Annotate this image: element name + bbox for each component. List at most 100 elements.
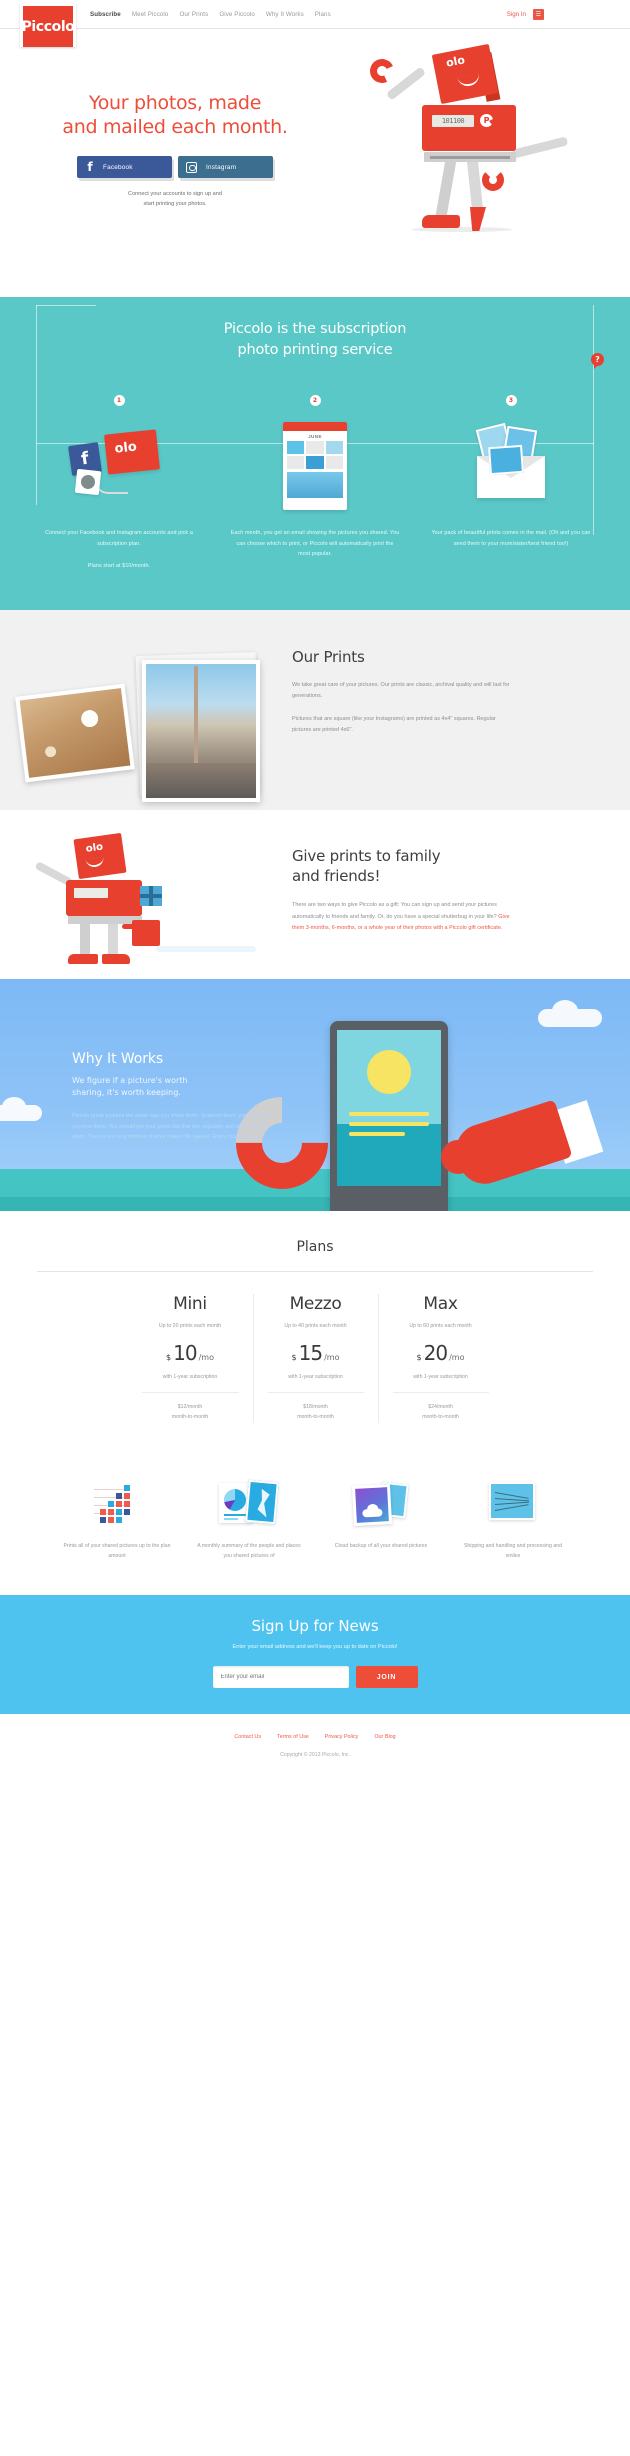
cloud-icon-left (0, 1096, 42, 1121)
nav-links: Subscribe Meet Piccolo Our Prints Give P… (90, 0, 331, 29)
instagram-signup-button[interactable]: Instagram (178, 156, 273, 179)
step-2: 2 JUNE Each month, you get an email show… (230, 395, 400, 572)
our-prints-copy: Our Prints We take great care of your pi… (292, 648, 512, 737)
footer-link-terms-of-use[interactable]: Terms of Use (277, 1734, 309, 1740)
sign-in-link[interactable]: Sign In (507, 11, 526, 18)
plans-title: Plans (296, 1238, 334, 1255)
step-3: 3 Your pack of beautiful prints comes in… (426, 395, 596, 572)
help-icon[interactable]: ? (591, 353, 604, 369)
plan-card-mezzo[interactable]: Mezzo Up to 40 prints each month $ 15 /m… (252, 1293, 378, 1423)
logo-text: Piccolo (21, 18, 75, 35)
hero-note-line2: start printing your photos. (143, 201, 207, 208)
join-button[interactable]: JOIN (355, 1666, 418, 1689)
feature-shipping: Shipping and handling and processing and… (447, 1479, 579, 1562)
subscription-title-line2: photo printing service (237, 342, 393, 359)
email-input[interactable] (212, 1666, 349, 1689)
why-it-works-section: Why It Works We figure if a picture's wo… (0, 978, 630, 1211)
cloud-photo-icon (325, 1479, 437, 1527)
plan-mezzo-amount: 15 (298, 1340, 323, 1365)
feature-prints: Prints all of your shared pictures up to… (51, 1479, 183, 1562)
give-prints-paragraph: There are two ways to give Piccolo as a … (292, 900, 522, 935)
newsletter-signup-section: Sign Up for News Enter your email addres… (0, 1595, 630, 1715)
step-1-subtext: Plans start at $10/month. (87, 563, 151, 570)
nav-item-subscribe[interactable]: Subscribe (90, 11, 121, 18)
social-signup-buttons: f Facebook Instagram (0, 156, 350, 179)
plan-mini-price: $ 10 /mo (136, 1341, 245, 1365)
features-row: Prints all of your shared pictures up to… (0, 1448, 630, 1596)
step-2-number: 2 (309, 395, 321, 407)
mail-envelope-icon (457, 1479, 569, 1527)
facebook-button-label: Facebook (103, 163, 133, 171)
nav-item-our-prints[interactable]: Our Prints (179, 11, 208, 18)
step-3-text-block: Your pack of beautiful prints comes in t… (426, 528, 596, 549)
step-1-text: Connect your Facebook and Instagram acco… (45, 530, 193, 547)
step-2-text-block: Each month, you get an email showing the… (230, 528, 400, 560)
plan-mini-currency: $ (166, 1352, 172, 1362)
landing-page: Piccolo Subscribe Meet Piccolo Our Print… (0, 0, 630, 1775)
plans-section: Plans Mini Up to 20 prints each month $ … (0, 1210, 630, 1449)
step-3-text: Your pack of beautiful prints comes in t… (431, 530, 591, 547)
plan-mezzo-alt: $18/month month-to-month (262, 1403, 370, 1423)
our-prints-section: Our Prints We take great care of your pi… (0, 609, 630, 810)
chart-map-icon (193, 1479, 305, 1527)
plan-mezzo-terms: with 1-year subscription (288, 1373, 343, 1380)
plan-max-alt-price: $24/month (428, 1403, 453, 1410)
feature-cloud-backup: Cloud backup of all your shared pictures (315, 1479, 447, 1562)
plan-mini-amount: 10 (173, 1340, 197, 1365)
cloud-icon-right (538, 999, 602, 1027)
step-1-number: 1 (113, 395, 125, 407)
plan-mini-alt: $12/month month-to-month (136, 1403, 245, 1423)
our-prints-paragraph-2: Pictures that are square (like your Inst… (292, 715, 496, 734)
piccolo-logo[interactable]: Piccolo (20, 3, 76, 47)
give-prints-title: Give prints to family and friends! (292, 846, 522, 887)
subscription-steps: 1 f olo Connect your Facebook and Instag… (0, 395, 630, 572)
plan-mini-terms: with 1-year subscription (162, 1373, 218, 1380)
plan-max-limit: Up to 60 prints each month (409, 1322, 472, 1329)
plan-max-currency: $ (416, 1352, 422, 1362)
give-prints-copy: Give prints to family and friends! There… (292, 846, 522, 935)
nav-item-plans[interactable]: Plans (315, 11, 331, 18)
robot-hand-left-icon (366, 55, 398, 87)
nav-right-group: Sign In ☰ (507, 0, 544, 29)
our-prints-paragraph-1: We take great care of your pictures. Our… (292, 681, 510, 700)
feature-prints-text: Prints all of your shared pictures up to… (63, 1542, 171, 1559)
email-calendar-icon: JUNE (230, 420, 400, 512)
why-it-works-subtitle: We figure if a picture's worth sharing, … (72, 1075, 272, 1099)
plan-max-alt: $24/month month-to-month (387, 1403, 495, 1423)
facebook-signup-button[interactable]: f Facebook (77, 156, 172, 179)
robot-display: 101100 (432, 115, 474, 127)
feature-summary-text: A monthly summary of the people and plac… (197, 1542, 301, 1559)
why-subtitle-line2: sharing, it's worth keeping. (72, 1087, 181, 1097)
feature-summary: A monthly summary of the people and plac… (183, 1479, 315, 1562)
teal-ground-band (0, 1168, 630, 1211)
footer-link-our-blog[interactable]: Our Blog (374, 1734, 395, 1740)
plan-mezzo-name: Mezzo (289, 1293, 342, 1314)
plan-card-mini[interactable]: Mini Up to 20 prints each month $ 10 /mo… (128, 1294, 253, 1423)
plan-mini-limit: Up to 20 prints each month (158, 1322, 222, 1329)
give-prints-section: olo Give prints to family and friends! T… (0, 809, 630, 979)
plan-mezzo-alt-terms: month-to-month (297, 1413, 334, 1420)
footer: Contact Us Terms of Use Privacy Policy O… (0, 1714, 630, 1775)
footer-link-contact-us[interactable]: Contact Us (234, 1734, 261, 1740)
nav-item-why-it-works[interactable]: Why It Works (266, 11, 304, 18)
hero-headline: Your photos, made and mailed each month. (0, 91, 350, 139)
plan-max-amount: 20 (423, 1340, 448, 1365)
instagram-icon (186, 161, 197, 173)
give-prints-title-line1: Give prints to family (292, 846, 441, 865)
nav-item-meet-piccolo[interactable]: Meet Piccolo (132, 11, 169, 18)
plan-mini-name: Mini (173, 1293, 207, 1314)
plan-card-max[interactable]: Max Up to 60 prints each month $ 20 /mo … (377, 1293, 503, 1423)
print-grid-icon (61, 1479, 173, 1527)
footer-link-privacy-policy[interactable]: Privacy Policy (325, 1734, 359, 1740)
step-2-text: Each month, you get an email showing the… (230, 530, 400, 558)
photo-street (142, 659, 260, 802)
cart-icon[interactable]: ☰ (533, 9, 544, 20)
why-it-works-body: Piccolo prints pictures the same way you… (72, 1112, 272, 1141)
plans-divider (37, 1270, 593, 1272)
plan-mezzo-price: $ 15 /mo (262, 1341, 370, 1365)
step-1: 1 f olo Connect your Facebook and Instag… (34, 395, 204, 572)
nav-item-give-piccolo[interactable]: Give Piccolo (219, 11, 255, 18)
plan-max-alt-terms: month-to-month (422, 1413, 459, 1420)
give-prints-paragraph-plain: There are two ways to give Piccolo as a … (292, 902, 499, 920)
instagram-button-label: Instagram (206, 163, 237, 171)
